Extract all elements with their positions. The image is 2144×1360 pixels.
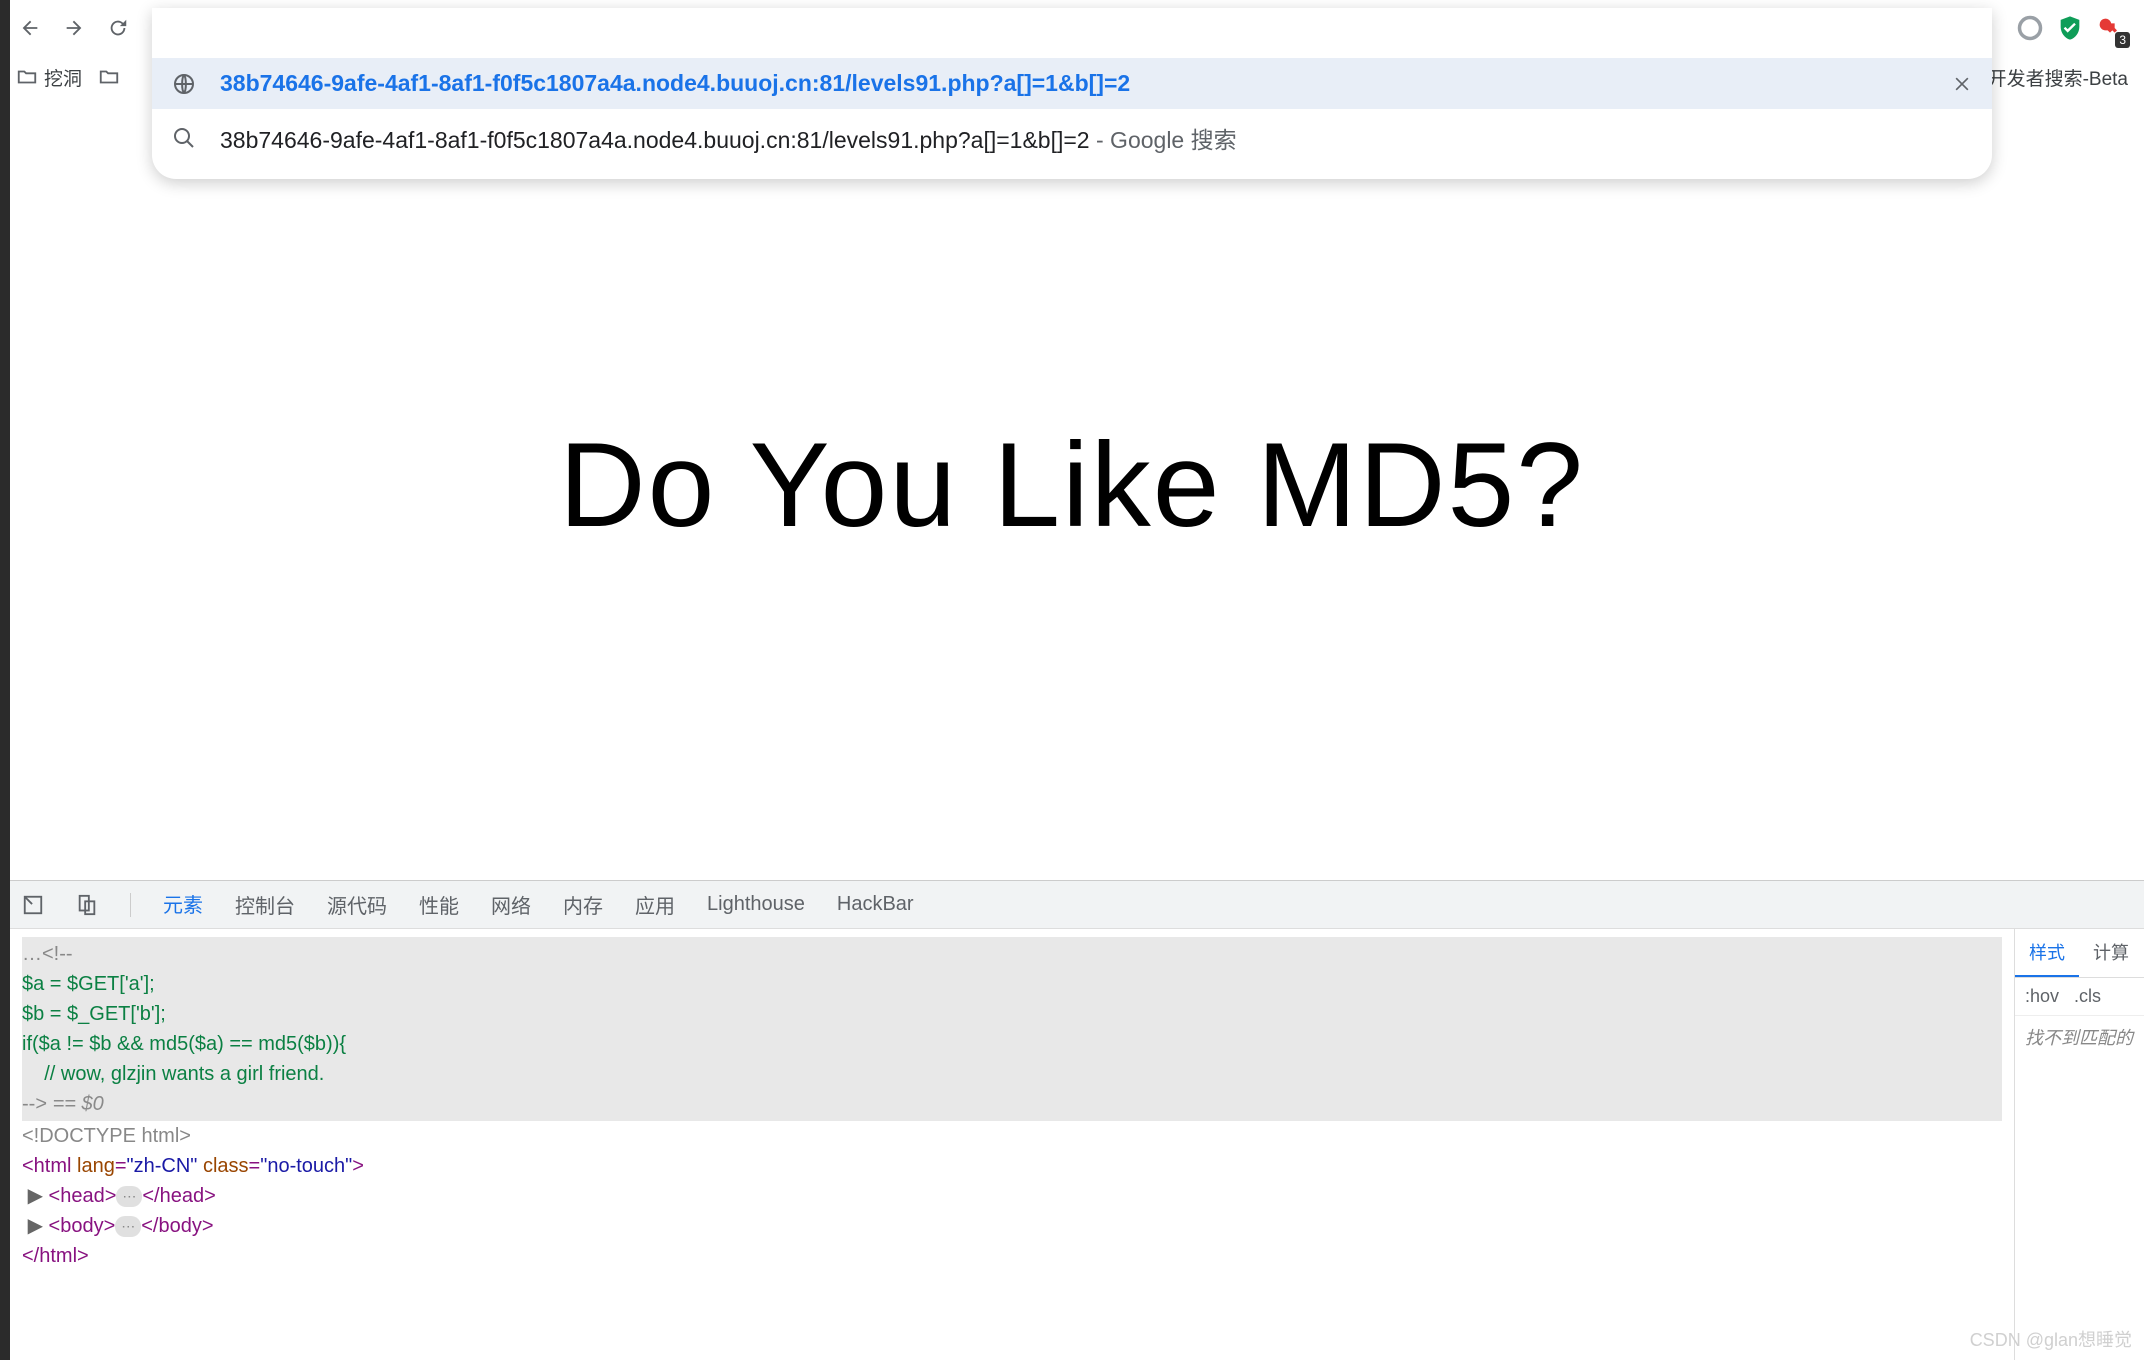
tab-sources[interactable]: 源代码	[327, 878, 387, 931]
devtools-body: …<!-- $a = $GET['a']; $b = $_GET['b']; i…	[10, 929, 2144, 1360]
code-line: $a = $GET['a'];	[22, 969, 2002, 999]
code-line: if($a != $b && md5($a) == md5($b)){	[22, 1029, 2002, 1059]
extension-shield-icon[interactable]	[2056, 14, 2084, 42]
suggestion-history[interactable]: 38b74646-9afe-4af1-8af1-f0f5c1807a4a.nod…	[152, 58, 1992, 109]
reload-icon	[107, 17, 129, 39]
tab-elements[interactable]: 元素	[163, 877, 203, 933]
styles-no-match: 找不到匹配的	[2015, 1016, 2144, 1058]
close-icon[interactable]	[1952, 74, 1972, 94]
watermark: CSDN @glan想睡觉	[1970, 1326, 2132, 1352]
devtools-panel: 元素 控制台 源代码 性能 网络 内存 应用 Lighthouse HackBa…	[10, 880, 2144, 1360]
code-line: ▶ <body>⋯</body>	[22, 1211, 2002, 1241]
bookmark-folder-wadong[interactable]: 挖洞	[16, 64, 82, 91]
extension-record-icon[interactable]	[2016, 14, 2044, 42]
address-bar-container: 38b74646-9afe-4af1-8af1-f0f5c1807a4a.nod…	[152, 8, 1992, 48]
code-line: <html lang="zh-CN" class="no-touch">	[22, 1151, 2002, 1181]
tab-hackbar[interactable]: HackBar	[837, 881, 914, 928]
bookmark-folder-2[interactable]	[98, 66, 120, 88]
styles-panel: 样式 计算 :hov .cls 找不到匹配的	[2014, 929, 2144, 1360]
tab-lighthouse[interactable]: Lighthouse	[707, 881, 805, 928]
code-line: …<!--	[22, 939, 2002, 969]
code-line: // wow, glzjin wants a girl friend.	[22, 1059, 2002, 1089]
tab-console[interactable]: 控制台	[235, 878, 295, 931]
back-button[interactable]	[12, 10, 48, 46]
code-line: <!DOCTYPE html>	[22, 1121, 2002, 1151]
cls-toggle[interactable]: .cls	[2074, 986, 2101, 1006]
code-line: $b = $_GET['b'];	[22, 999, 2002, 1029]
extension-badge: 3	[2115, 32, 2130, 48]
suggestion-search[interactable]: 38b74646-9afe-4af1-8af1-f0f5c1807a4a.nod…	[152, 109, 1992, 167]
styles-filter-row: :hov .cls	[2015, 978, 2144, 1016]
page-content: Do You Like MD5?	[0, 100, 2144, 870]
bookmark-label: 开发者搜索-Beta	[1988, 64, 2128, 91]
browser-toolbar: 38b74646-9afe-4af1-8af1-f0f5c1807a4a.nod…	[0, 0, 2144, 56]
tab-memory[interactable]: 内存	[563, 878, 603, 931]
device-icon[interactable]	[76, 894, 98, 916]
tab-styles[interactable]: 样式	[2015, 929, 2079, 977]
page-heading: Do You Like MD5?	[559, 416, 1585, 554]
arrow-left-icon	[19, 17, 41, 39]
extension-icons: 3	[2008, 14, 2132, 42]
styles-tabs: 样式 计算	[2015, 929, 2144, 978]
tab-network[interactable]: 网络	[491, 878, 531, 931]
folder-icon	[98, 66, 120, 88]
code-line: --> == $0	[22, 1089, 2002, 1119]
globe-icon	[172, 72, 196, 96]
inspect-icon[interactable]	[22, 894, 44, 916]
arrow-right-icon	[63, 17, 85, 39]
bookmark-label: 挖洞	[44, 64, 82, 91]
tab-performance[interactable]: 性能	[419, 878, 459, 931]
code-line: </html>	[22, 1241, 2002, 1271]
forward-button[interactable]	[56, 10, 92, 46]
devtools-tabs: 元素 控制台 源代码 性能 网络 内存 应用 Lighthouse HackBa…	[10, 881, 2144, 929]
extension-key-icon[interactable]: 3	[2096, 14, 2124, 42]
suggestion-text: 38b74646-9afe-4af1-8af1-f0f5c1807a4a.nod…	[220, 121, 1972, 155]
code-line: ▶ <head>⋯</head>	[22, 1181, 2002, 1211]
folder-icon	[16, 66, 38, 88]
elements-tree[interactable]: …<!-- $a = $GET['a']; $b = $_GET['b']; i…	[10, 929, 2014, 1360]
search-icon	[172, 126, 196, 150]
tab-application[interactable]: 应用	[635, 878, 675, 931]
omnibox-suggestions: 38b74646-9afe-4af1-8af1-f0f5c1807a4a.nod…	[152, 8, 1992, 179]
hov-toggle[interactable]: :hov	[2025, 986, 2059, 1006]
reload-button[interactable]	[100, 10, 136, 46]
suggestion-text: 38b74646-9afe-4af1-8af1-f0f5c1807a4a.nod…	[220, 70, 1928, 97]
tab-computed[interactable]: 计算	[2079, 929, 2143, 977]
